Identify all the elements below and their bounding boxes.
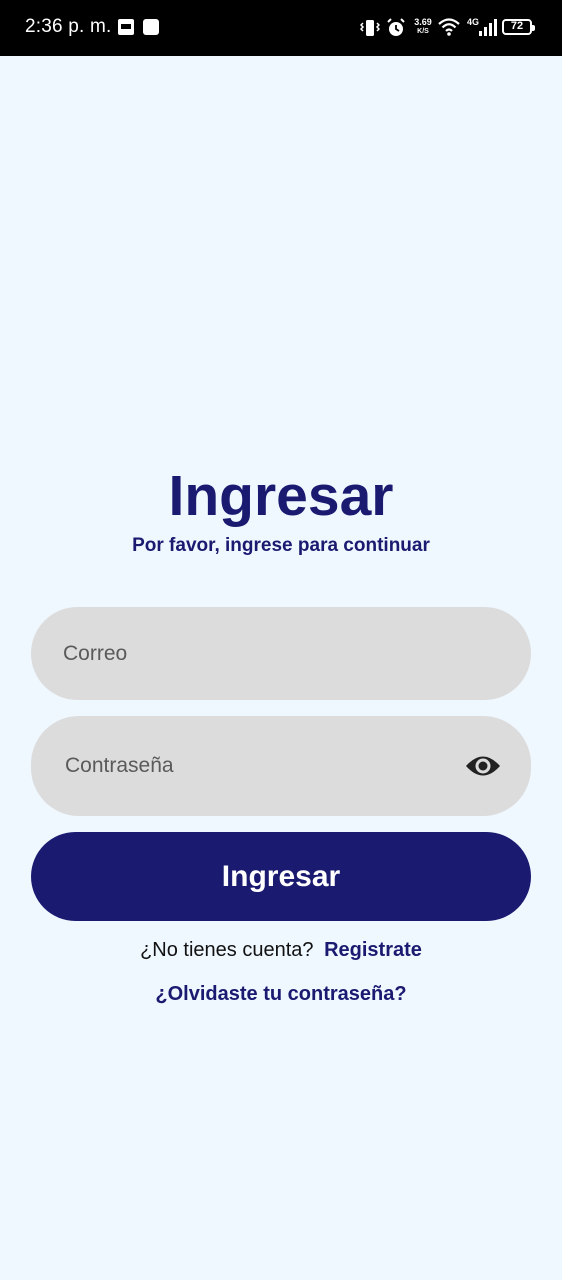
password-field-container xyxy=(31,716,531,816)
speed-unit: K/S xyxy=(417,28,429,35)
login-button[interactable]: Ingresar xyxy=(31,832,531,921)
signal-icon xyxy=(479,19,497,36)
page-title: Ingresar xyxy=(168,464,394,528)
notification-icon xyxy=(143,19,159,35)
vibrate-icon xyxy=(360,20,380,36)
email-field[interactable] xyxy=(63,607,463,700)
status-time: 2:36 p. m. xyxy=(25,16,112,37)
alarm-icon xyxy=(387,18,405,36)
battery-level: 72 xyxy=(510,20,524,32)
forgot-password-link[interactable]: ¿Olvidaste tu contraseña? xyxy=(0,983,562,1006)
status-bar: 2:36 p. m. 3.69 K/S 4G 72 xyxy=(0,0,562,56)
no-account-text: ¿No tienes cuenta? xyxy=(140,939,314,961)
register-link[interactable]: Registrate xyxy=(324,939,422,961)
notification-icon xyxy=(118,19,134,35)
battery-icon: 72 xyxy=(502,19,535,35)
register-row: ¿No tienes cuenta? Registrate xyxy=(0,939,562,962)
eye-icon[interactable] xyxy=(465,753,501,779)
page-subtitle: Por favor, ingrese para continuar xyxy=(132,535,430,556)
email-field-container xyxy=(31,607,531,700)
wifi-icon xyxy=(438,18,460,36)
network-speed: 3.69 K/S xyxy=(411,17,435,37)
speed-value: 3.69 xyxy=(414,17,432,27)
password-field[interactable] xyxy=(65,716,465,816)
